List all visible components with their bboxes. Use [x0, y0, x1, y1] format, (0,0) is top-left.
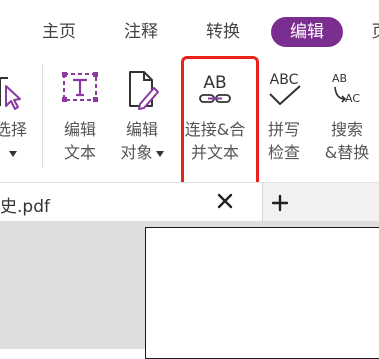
- menu-bar: 主页 注释 转换 编辑 页: [0, 0, 379, 56]
- search-replace-label-line1: 搜索: [330, 120, 363, 139]
- select-cursor-icon: [0, 66, 36, 114]
- tab-edit[interactable]: 编辑: [271, 17, 343, 47]
- tab-home[interactable]: 主页: [36, 17, 82, 47]
- document-viewport: [0, 221, 379, 359]
- ribbon-divider: [42, 64, 43, 168]
- select-tool-button[interactable]: 选择: [0, 56, 36, 176]
- spell-check-icon: ABC: [262, 66, 306, 114]
- edit-object-label-line1: 编辑: [125, 120, 158, 139]
- search-replace-icon: AB AC: [318, 66, 376, 114]
- new-tab-plus-icon[interactable]: [270, 193, 290, 213]
- spell-check-label-line2: 检查: [267, 143, 300, 162]
- tab-comment[interactable]: 注释: [118, 17, 164, 47]
- edit-object-label-line2: 对象: [120, 143, 153, 162]
- abc-icon-text: ABC: [270, 72, 299, 88]
- edit-text-icon: [56, 66, 104, 114]
- close-icon[interactable]: [215, 191, 235, 211]
- ac-small-icon-text: AC: [345, 92, 360, 105]
- search-replace-button[interactable]: AB AC 搜索 &替换: [318, 56, 376, 176]
- highlight-annotation-box: [181, 56, 259, 193]
- spell-check-button[interactable]: ABC 拼写 检查: [262, 56, 306, 176]
- spell-check-label-line1: 拼写: [267, 120, 300, 139]
- tab-convert[interactable]: 转换: [200, 17, 246, 47]
- chevron-down-icon: [155, 150, 164, 157]
- document-tab-label: 史.pdf: [0, 197, 50, 217]
- edit-object-button[interactable]: 编辑 对象: [114, 56, 170, 176]
- chevron-down-icon: [8, 150, 17, 157]
- document-tab-strip: 史.pdf: [0, 182, 379, 221]
- tab-page[interactable]: 页: [368, 17, 379, 47]
- edit-text-label-line2: 文本: [63, 143, 96, 162]
- edit-text-button[interactable]: 编辑 文本: [56, 56, 104, 176]
- edit-object-icon: [114, 66, 170, 114]
- pdf-page: [145, 227, 379, 359]
- select-tool-label: 选择: [0, 120, 27, 139]
- edit-text-label-line1: 编辑: [63, 120, 96, 139]
- search-replace-label-line2: &替换: [324, 143, 370, 162]
- ab-small-icon-text: AB: [332, 72, 347, 85]
- document-tab[interactable]: 史.pdf: [0, 183, 263, 221]
